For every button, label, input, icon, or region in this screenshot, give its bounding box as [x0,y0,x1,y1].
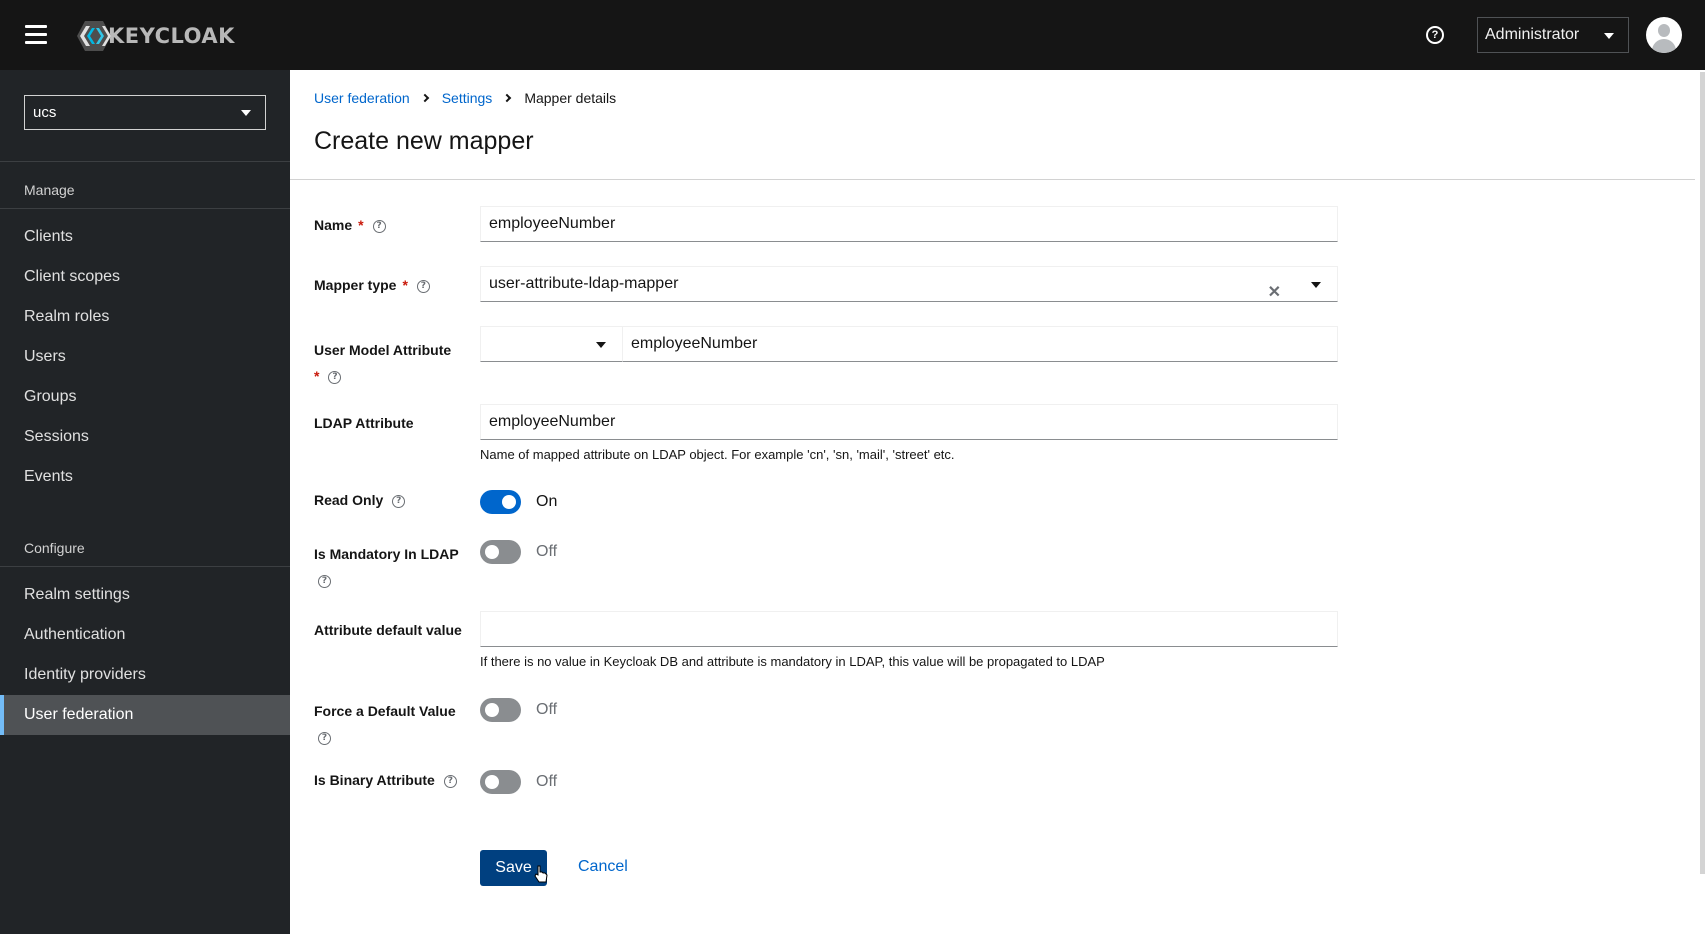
caret-down-icon [241,110,251,116]
sidebar-item-groups[interactable]: Groups [0,377,290,417]
attribute-default-value-helper: If there is no value in Keycloak DB and … [480,654,1105,669]
help-icon[interactable]: ? [392,494,406,508]
help-icon[interactable]: ? [443,774,457,788]
force-default-value-label-text: Force a Default Value [314,703,456,719]
is-mandatory-in-ldap-label: Is Mandatory In LDAP ? [314,541,464,593]
user-model-attribute-label: User Model Attribute *? [314,337,464,389]
sidebar-item-realm-settings[interactable]: Realm settings [0,575,290,615]
sidebar-item-events[interactable]: Events [0,457,290,497]
name-label: Name *? [314,217,386,233]
caret-down-icon[interactable] [1311,282,1321,288]
breadcrumb-mapper-details: Mapper details [524,90,617,106]
vertical-scrollbar[interactable] [1700,72,1705,874]
chevron-right-icon [420,93,429,103]
sidebar-item-identity-providers[interactable]: Identity providers [0,655,290,695]
toggle-knob [485,703,499,717]
hamburger-menu-icon[interactable] [25,25,47,45]
page-title: Create new mapper [314,127,534,155]
force-default-value-state: Off [536,701,558,718]
nav-divider [0,566,290,567]
help-icon[interactable]: ? [328,370,342,384]
force-default-value-toggle[interactable] [480,698,521,722]
ldap-attribute-label: LDAP Attribute [314,415,414,431]
mapper-type-select[interactable]: user-attribute-ldap-mapper ✕ [480,266,1338,302]
sidebar-item-user-federation[interactable]: User federation [0,695,290,735]
realm-selector[interactable]: ucs [24,95,266,130]
is-binary-attribute-toggle[interactable] [480,770,521,794]
sidebar-item-users[interactable]: Users [0,337,290,377]
sidebar-item-sessions[interactable]: Sessions [0,417,290,457]
caret-down-icon [1604,33,1614,39]
clear-icon[interactable]: ✕ [1268,276,1281,310]
is-mandatory-in-ldap-label-text: Is Mandatory In LDAP [314,546,459,562]
name-input[interactable] [480,206,1338,242]
keycloak-logo-icon [77,21,111,51]
nav-divider [0,208,290,209]
help-icon[interactable]: ? [318,574,331,588]
user-menu-label: Administrator [1485,26,1580,43]
breadcrumb: User federation Settings Mapper details [314,90,616,106]
nav-divider [0,161,290,162]
nav-section-manage: Manage [24,182,75,198]
avatar-head-icon [1658,24,1670,37]
masthead: KEYCLOAK ? Administrator [0,0,1705,70]
user-menu-dropdown[interactable]: Administrator [1477,17,1629,53]
toggle-knob [485,775,499,789]
help-icon[interactable]: ? [1426,26,1444,44]
force-default-value-label: Force a Default Value ? [314,698,474,750]
is-binary-attribute-state: Off [536,773,558,790]
main-content: User federation Settings Mapper details … [290,70,1705,934]
is-binary-attribute-label: Is Binary Attribute? [314,772,457,788]
realm-name: ucs [33,104,57,121]
help-icon[interactable]: ? [372,219,386,233]
read-only-toggle[interactable] [480,490,521,514]
breadcrumb-user-federation[interactable]: User federation [314,90,410,106]
sidebar-item-clients[interactable]: Clients [0,217,290,257]
caret-down-icon[interactable] [596,342,606,348]
required-indicator: * [358,217,364,233]
read-only-state: On [536,493,558,510]
sidebar-item-client-scopes[interactable]: Client scopes [0,257,290,297]
help-icon[interactable]: ? [318,731,331,745]
brand-name: KEYCLOAK [108,24,235,48]
pointer-cursor-icon [534,865,548,883]
attribute-default-value-input[interactable] [480,611,1338,647]
help-icon[interactable]: ? [416,279,430,293]
ldap-attribute-input[interactable] [480,404,1338,440]
ldap-attribute-helper: Name of mapped attribute on LDAP object.… [480,447,955,462]
chevron-right-icon [503,93,512,103]
page-header: User federation Settings Mapper details … [290,70,1695,180]
user-model-attribute-select[interactable] [480,326,623,362]
keycloak-logo[interactable]: KEYCLOAK [76,20,235,52]
mapper-type-value: user-attribute-ldap-mapper [489,275,679,292]
sidebar: ucs Manage Clients Client scopes Realm r… [0,70,290,934]
user-model-attribute-label-text: User Model Attribute [314,342,452,358]
mapper-type-label: Mapper type *? [314,277,430,293]
avatar-body-icon [1652,39,1676,53]
mapper-type-label-text: Mapper type [314,277,397,293]
name-label-text: Name [314,217,353,233]
nav-section-configure: Configure [24,540,85,556]
toggle-knob [502,495,516,509]
toggle-knob [485,545,499,559]
required-indicator: * [314,368,320,384]
required-indicator: * [402,277,408,293]
read-only-label: Read Only? [314,492,406,508]
attribute-default-value-label: Attribute default value [314,622,462,638]
is-mandatory-in-ldap-toggle[interactable] [480,540,521,564]
sidebar-item-authentication[interactable]: Authentication [0,615,290,655]
cancel-button[interactable]: Cancel [578,858,628,876]
sidebar-item-realm-roles[interactable]: Realm roles [0,297,290,337]
user-model-attribute-input[interactable] [622,326,1338,362]
avatar[interactable] [1646,17,1682,53]
is-mandatory-in-ldap-state: Off [536,543,558,560]
is-binary-attribute-label-text: Is Binary Attribute [314,772,435,788]
read-only-label-text: Read Only [314,492,384,508]
breadcrumb-settings[interactable]: Settings [442,90,493,106]
